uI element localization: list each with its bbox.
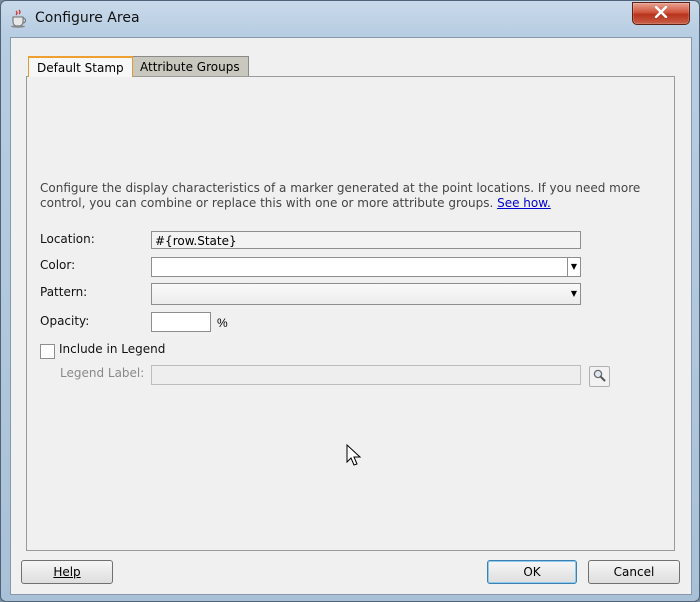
search-icon <box>593 369 606 385</box>
ok-button[interactable]: OK <box>487 560 577 584</box>
location-field[interactable]: #{row.State} <box>151 231 581 249</box>
chevron-down-icon: ▼ <box>570 289 578 298</box>
include-in-legend-checkbox[interactable] <box>40 344 55 359</box>
dialog-content: Default Stamp Attribute Groups Configure… <box>10 37 692 595</box>
opacity-input[interactable] <box>151 312 211 332</box>
tab-default-stamp[interactable]: Default Stamp <box>28 56 133 77</box>
tab-panel: Configure the display characteristics of… <box>26 76 675 551</box>
chevron-down-icon[interactable]: ▼ <box>567 258 580 276</box>
help-label: Help <box>53 565 81 579</box>
pattern-dropdown[interactable]: ▼ <box>151 283 581 305</box>
close-icon <box>654 5 668 21</box>
mouse-cursor-icon <box>346 443 362 471</box>
location-label: Location: <box>40 232 95 246</box>
tab-attribute-groups[interactable]: Attribute Groups <box>131 56 249 77</box>
description: Configure the display characteristics of… <box>40 181 665 211</box>
pattern-label: Pattern: <box>40 285 88 299</box>
opacity-unit: % <box>217 316 228 330</box>
legend-label-input <box>151 365 581 385</box>
color-combo[interactable]: ▼ <box>151 257 581 277</box>
include-in-legend-label[interactable]: Include in Legend <box>59 342 165 356</box>
cancel-button[interactable]: Cancel <box>588 560 680 584</box>
opacity-label: Opacity: <box>40 314 90 328</box>
help-button[interactable]: Help <box>21 560 113 584</box>
title-bar[interactable]: Configure Area <box>1 1 699 35</box>
dialog-window: Configure Area Default Stamp Attribute G… <box>0 0 700 602</box>
close-button[interactable] <box>632 2 690 25</box>
legend-search-button[interactable] <box>589 366 610 387</box>
color-label: Color: <box>40 258 76 272</box>
coffee-cup-icon <box>9 8 29 28</box>
see-how-link[interactable]: See how. <box>497 196 551 210</box>
window-title: Configure Area <box>35 10 140 26</box>
legend-label-label: Legend Label: <box>60 366 145 380</box>
